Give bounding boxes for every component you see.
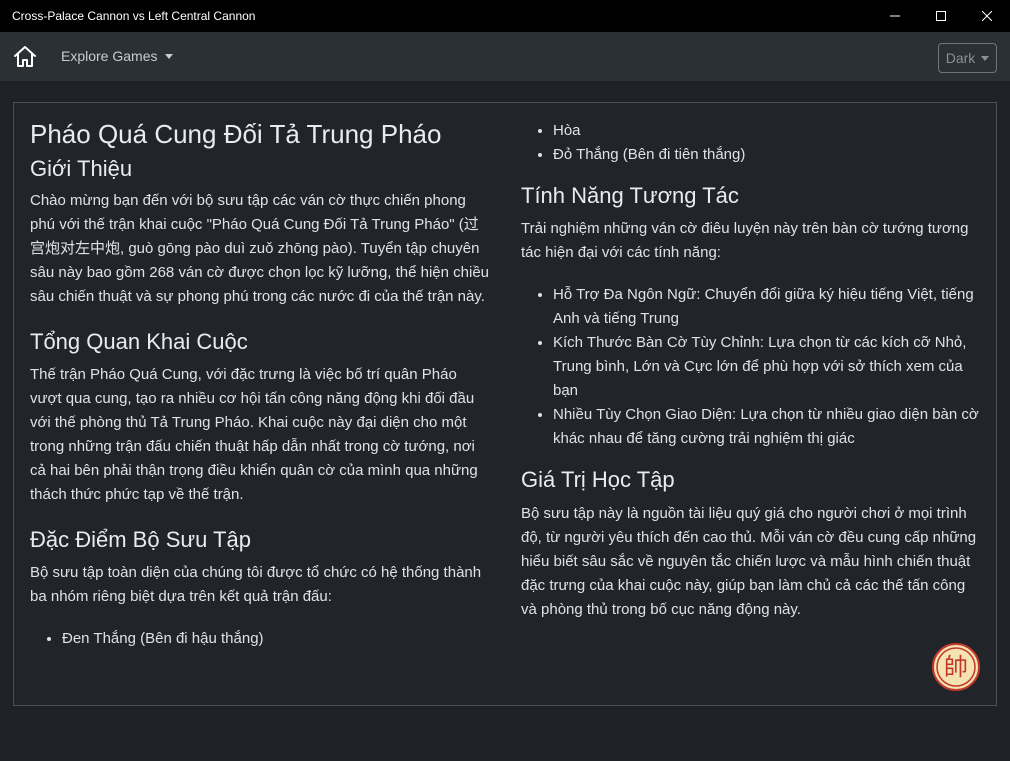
chevron-down-icon xyxy=(165,53,174,59)
features-text: Trải nghiệm những ván cờ điêu luyện này … xyxy=(521,220,969,262)
window-titlebar: Cross-Palace Cannon vs Left Central Cann… xyxy=(0,0,1010,32)
home-icon xyxy=(14,46,36,67)
list-item: Hòa xyxy=(553,119,983,143)
results-list: Đen Thắng (Bên đi hậu thắng) xyxy=(30,627,492,651)
maximize-button[interactable] xyxy=(918,0,964,32)
collection-text: Bộ sưu tập toàn diện của chúng tôi được … xyxy=(30,564,482,606)
explore-games-label: Explore Games xyxy=(61,48,158,64)
chevron-down-icon xyxy=(981,55,990,61)
window-title: Cross-Palace Cannon vs Left Central Cann… xyxy=(12,9,256,23)
results-list-continued: Hòa Đỏ Thắng (Bên đi tiên thắng) xyxy=(521,119,983,167)
intro-text: Chào mừng bạn đến với bộ sưu tập các ván… xyxy=(30,191,490,305)
list-item: Đen Thắng (Bên đi hậu thắng) xyxy=(62,627,492,651)
minimize-icon xyxy=(890,15,900,17)
list-item: Hỗ Trợ Đa Ngôn Ngữ: Chuyển đổi giữa ký h… xyxy=(553,283,983,331)
explore-games-dropdown[interactable]: Explore Games xyxy=(61,48,174,64)
general-piece-icon: 帥 xyxy=(932,643,980,691)
theme-dropdown-button[interactable]: Dark xyxy=(938,43,997,73)
article-column-left: Pháo Quá Cung Đối Tả Trung Pháo Giới Thi… xyxy=(30,119,492,651)
list-item: Đỏ Thắng (Bên đi tiên thắng) xyxy=(553,143,983,167)
intro-heading: Giới Thiệu xyxy=(30,156,133,182)
theme-label: Dark xyxy=(945,50,976,66)
collection-heading: Đặc Điểm Bộ Sưu Tập xyxy=(30,526,251,552)
general-piece-glyph: 帥 xyxy=(944,653,968,681)
overview-text: Thế trận Pháo Quá Cung, với đặc trưng là… xyxy=(30,365,478,503)
list-item: Kích Thước Bàn Cờ Tùy Chỉnh: Lựa chọn từ… xyxy=(553,331,983,403)
overview-heading: Tổng Quan Khai Cuộc xyxy=(30,328,248,354)
value-heading: Giá Trị Học Tập xyxy=(521,467,675,493)
article-column-right: Hòa Đỏ Thắng (Bên đi tiên thắng) Tính Nă… xyxy=(521,119,983,622)
maximize-icon xyxy=(936,11,946,21)
general-piece-svg: 帥 xyxy=(932,643,980,691)
features-list: Hỗ Trợ Đa Ngôn Ngữ: Chuyển đổi giữa ký h… xyxy=(521,283,983,451)
list-item: Nhiều Tùy Chọn Giao Diện: Lựa chọn từ nh… xyxy=(553,403,983,451)
page-title: Pháo Quá Cung Đối Tả Trung Pháo xyxy=(30,119,442,149)
close-button[interactable] xyxy=(964,0,1010,32)
minimize-button[interactable] xyxy=(872,0,918,32)
article-container: Pháo Quá Cung Đối Tả Trung Pháo Giới Thi… xyxy=(13,102,997,706)
navbar: Explore Games xyxy=(0,32,1010,81)
home-button[interactable] xyxy=(12,44,38,70)
value-text: Bộ sưu tập này là nguồn tài liệu quý giá… xyxy=(521,504,977,618)
features-heading: Tính Năng Tương Tác xyxy=(521,183,739,208)
close-icon xyxy=(982,11,992,21)
